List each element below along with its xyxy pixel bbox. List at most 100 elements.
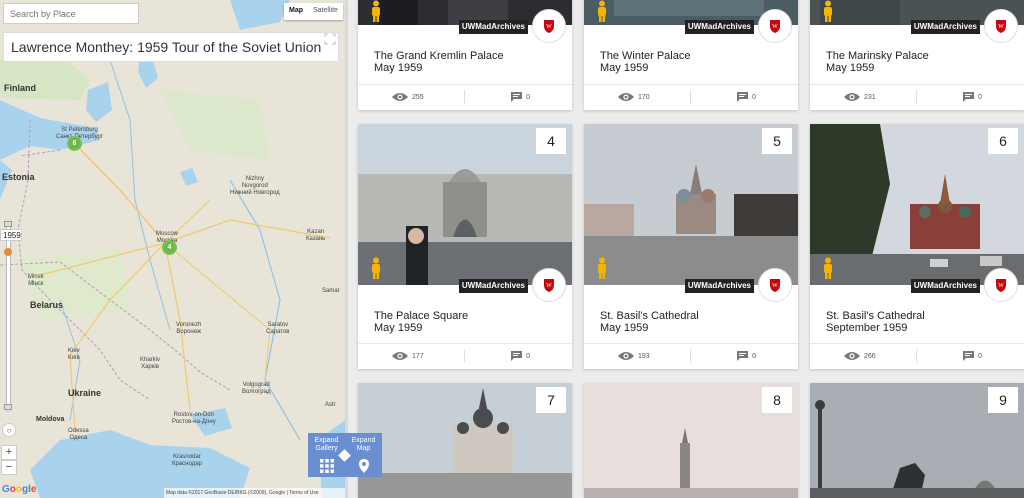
eye-icon bbox=[844, 93, 860, 101]
city-label: Saratov Саратов bbox=[266, 322, 290, 335]
city-label: Astr bbox=[325, 402, 336, 408]
pegman-icon[interactable] bbox=[822, 0, 834, 22]
map-attribution[interactable]: Map data ©2017 GeoBasis-DE/BKG (©2009), … bbox=[164, 488, 345, 498]
institution-logo[interactable]: W bbox=[758, 9, 792, 43]
map-type-control: Map Satellite bbox=[284, 3, 343, 20]
fullscreen-icon[interactable] bbox=[324, 33, 336, 45]
locate-icon[interactable]: ○ bbox=[2, 423, 16, 437]
institution-label[interactable]: UWMadArchives bbox=[684, 20, 754, 34]
eye-icon bbox=[392, 93, 408, 101]
gallery-card[interactable]: UWMadArchives W The Grand Kremlin Palace… bbox=[358, 0, 572, 110]
pegman-icon[interactable] bbox=[596, 0, 608, 22]
svg-text:W: W bbox=[998, 24, 1004, 30]
comment-count[interactable]: 0 bbox=[963, 92, 982, 102]
city-label: Samar bbox=[322, 288, 340, 294]
city-label: Kiev Київ bbox=[68, 348, 80, 361]
card-title[interactable]: The Palace Square bbox=[374, 310, 468, 322]
institution-label[interactable]: UWMadArchives bbox=[458, 279, 528, 293]
map-type-map-button[interactable]: Map bbox=[284, 3, 308, 20]
eye-icon bbox=[844, 352, 860, 360]
gallery-card[interactable]: 7 bbox=[358, 383, 572, 498]
gallery-card[interactable]: UWMadArchives W The Marinsky Palace May … bbox=[810, 0, 1024, 110]
city-label: Voronezh Воронеж bbox=[176, 322, 202, 335]
svg-text:W: W bbox=[772, 24, 778, 30]
stat-divider bbox=[464, 90, 465, 104]
view-count: 193 bbox=[618, 351, 650, 361]
search-input[interactable] bbox=[3, 3, 139, 24]
map-cluster-marker[interactable]: 6 bbox=[67, 136, 82, 151]
gallery-card[interactable]: 9 bbox=[810, 383, 1024, 498]
institution-label[interactable]: UWMadArchives bbox=[910, 20, 980, 34]
card-date: May 1959 bbox=[600, 322, 649, 334]
gallery-card[interactable]: 5 UWMadArchives W St. Basil's Cathedral … bbox=[584, 124, 798, 369]
card-date: May 1959 bbox=[826, 62, 875, 74]
country-label: Finland bbox=[4, 83, 36, 93]
institution-label[interactable]: UWMadArchives bbox=[684, 279, 754, 293]
gallery-card[interactable]: 8 bbox=[584, 383, 798, 498]
country-label: Ukraine bbox=[68, 388, 102, 398]
comment-icon bbox=[963, 351, 975, 361]
gallery-card[interactable]: UWMadArchives W The Winter Palace May 19… bbox=[584, 0, 798, 110]
comment-count[interactable]: 0 bbox=[511, 351, 530, 361]
comment-count[interactable]: 0 bbox=[737, 92, 756, 102]
city-label: Nizhny Novgorod Нижний Новгород bbox=[230, 176, 280, 196]
institution-logo[interactable]: W bbox=[984, 268, 1018, 302]
svg-text:W: W bbox=[546, 283, 552, 289]
pegman-icon[interactable] bbox=[370, 257, 382, 279]
pegman-icon[interactable] bbox=[596, 257, 608, 279]
map-panel[interactable]: Finland Estonia Belarus Ukraine Moldova … bbox=[0, 0, 345, 498]
map-pin-icon bbox=[358, 459, 369, 473]
timeline-slider-handle-bottom[interactable] bbox=[4, 404, 12, 410]
svg-text:W: W bbox=[772, 283, 778, 289]
institution-logo[interactable]: W bbox=[758, 268, 792, 302]
view-count: 255 bbox=[392, 92, 424, 102]
stat-divider bbox=[916, 90, 917, 104]
svg-text:W: W bbox=[546, 24, 552, 30]
card-number-badge: 7 bbox=[536, 387, 566, 413]
timeline-slider-marker[interactable] bbox=[4, 248, 12, 256]
google-logo: Google bbox=[2, 484, 37, 495]
map-type-satellite-button[interactable]: Satellite bbox=[308, 3, 343, 20]
grid-icon bbox=[319, 459, 334, 473]
card-title[interactable]: The Winter Palace bbox=[600, 50, 690, 62]
institution-logo[interactable]: W bbox=[984, 9, 1018, 43]
institution-label[interactable]: UWMadArchives bbox=[910, 279, 980, 293]
page: Finland Estonia Belarus Ukraine Moldova … bbox=[0, 0, 1024, 498]
city-label: Kharkiv Харків bbox=[140, 357, 161, 370]
card-date: May 1959 bbox=[600, 62, 649, 74]
timeline-slider-handle-top[interactable] bbox=[4, 221, 12, 227]
city-label: Rostov-on-Don Ростов-на-Дону bbox=[172, 412, 216, 425]
card-date: September 1959 bbox=[826, 322, 908, 334]
card-title[interactable]: The Marinsky Palace bbox=[826, 50, 929, 62]
institution-logo[interactable]: W bbox=[532, 268, 566, 302]
svg-text:W: W bbox=[998, 283, 1004, 289]
card-stats: 266 0 bbox=[810, 343, 1024, 367]
comment-count[interactable]: 0 bbox=[737, 351, 756, 361]
card-stats: 177 0 bbox=[358, 343, 572, 367]
comment-icon bbox=[511, 92, 523, 102]
comment-count[interactable]: 0 bbox=[963, 351, 982, 361]
pegman-icon[interactable] bbox=[370, 0, 382, 22]
timeline-year-label: 1959 bbox=[0, 229, 22, 241]
zoom-out-button[interactable]: − bbox=[1, 460, 17, 475]
institution-label[interactable]: UWMadArchives bbox=[458, 20, 528, 34]
gallery-card[interactable]: 6 UWMadArchives W St. Basil's Cathedral … bbox=[810, 124, 1024, 369]
expand-gallery-label: Expand Gallery bbox=[314, 437, 339, 452]
pegman-icon[interactable] bbox=[822, 257, 834, 279]
zoom-in-button[interactable]: + bbox=[1, 445, 17, 460]
card-stats: 255 0 bbox=[358, 84, 572, 108]
card-number-badge: 4 bbox=[536, 128, 566, 154]
card-number-badge: 8 bbox=[762, 387, 792, 413]
card-stats: 170 0 bbox=[584, 84, 798, 108]
comment-count[interactable]: 0 bbox=[511, 92, 530, 102]
expand-map-label: Expand Map bbox=[351, 437, 376, 452]
card-title[interactable]: St. Basil's Cathedral bbox=[826, 310, 925, 322]
card-title[interactable]: The Grand Kremlin Palace bbox=[374, 50, 504, 62]
card-title[interactable]: St. Basil's Cathedral bbox=[600, 310, 699, 322]
view-count: 266 bbox=[844, 351, 876, 361]
gallery-card[interactable]: 4 UWMadArchives W The Palace Square May … bbox=[358, 124, 572, 369]
country-label: Estonia bbox=[2, 172, 35, 182]
stat-divider bbox=[464, 349, 465, 363]
map-cluster-marker[interactable]: 4 bbox=[162, 240, 177, 255]
institution-logo[interactable]: W bbox=[532, 9, 566, 43]
